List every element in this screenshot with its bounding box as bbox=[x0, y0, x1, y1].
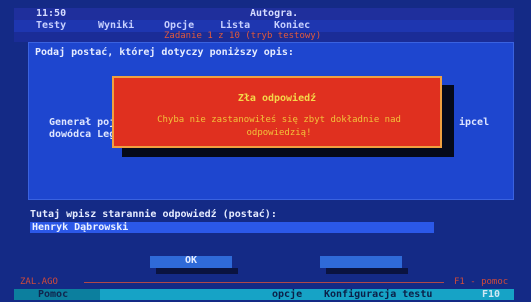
status-help[interactable]: Pomoc bbox=[38, 290, 68, 300]
ok-button[interactable]: OK bbox=[150, 256, 232, 268]
screen: 11:50 Autogra. Testy Wyniki Opcje Lista … bbox=[0, 0, 531, 302]
status-f10[interactable]: F10 bbox=[482, 290, 500, 300]
menu-item-wyniki[interactable]: Wyniki bbox=[98, 21, 134, 31]
clock: 11:50 bbox=[36, 8, 67, 19]
question-line: Generał poj bbox=[49, 117, 116, 128]
status-config[interactable]: Konfiguracja testu bbox=[324, 290, 432, 300]
button-shadow bbox=[156, 268, 238, 274]
info-bar: Zadanie 1 z 10 (tryb testowy) bbox=[14, 32, 514, 42]
question-line: dowódca Leg bbox=[49, 129, 116, 140]
question-text: Generał poj dowódca Leg bbox=[49, 118, 115, 142]
error-title: Zła odpowiedź bbox=[237, 93, 317, 104]
secondary-button[interactable] bbox=[320, 256, 402, 268]
error-dialog: Zła odpowiedź Chyba nie zastanowiłeś się… bbox=[112, 76, 442, 148]
answer-label: Tutaj wpisz starannie odpowiedź (postać)… bbox=[30, 209, 277, 220]
menu-item-lista[interactable]: Lista bbox=[220, 21, 250, 31]
error-message: Chyba nie zastanowiłeś się zbyt dokładni… bbox=[157, 115, 401, 138]
status-bar: Pomoc opcje Konfiguracja testu F10 bbox=[14, 289, 514, 300]
question-fragment: ipcel bbox=[459, 117, 490, 128]
bottom-divider bbox=[84, 282, 444, 283]
title-bar: 11:50 Autogra. bbox=[14, 8, 514, 20]
info-text: Zadanie 1 z 10 (tryb testowy) bbox=[164, 31, 322, 41]
app-title: Autogra. bbox=[250, 8, 299, 19]
bottom-hint-line: ZAL.AGO F1 - pomoc bbox=[14, 278, 514, 288]
bottom-left-hint: ZAL.AGO bbox=[20, 277, 58, 287]
menu-item-opcje[interactable]: Opcje bbox=[164, 21, 194, 31]
menu-item-testy[interactable]: Testy bbox=[36, 21, 66, 31]
button-shadow bbox=[326, 268, 408, 274]
answer-input[interactable] bbox=[30, 222, 434, 233]
question-label: Podaj postać, której dotyczy poniższy op… bbox=[35, 47, 294, 58]
status-options[interactable]: opcje bbox=[272, 290, 302, 300]
bottom-right-hint: F1 - pomoc bbox=[454, 277, 509, 287]
menu-item-koniec[interactable]: Koniec bbox=[274, 21, 310, 31]
